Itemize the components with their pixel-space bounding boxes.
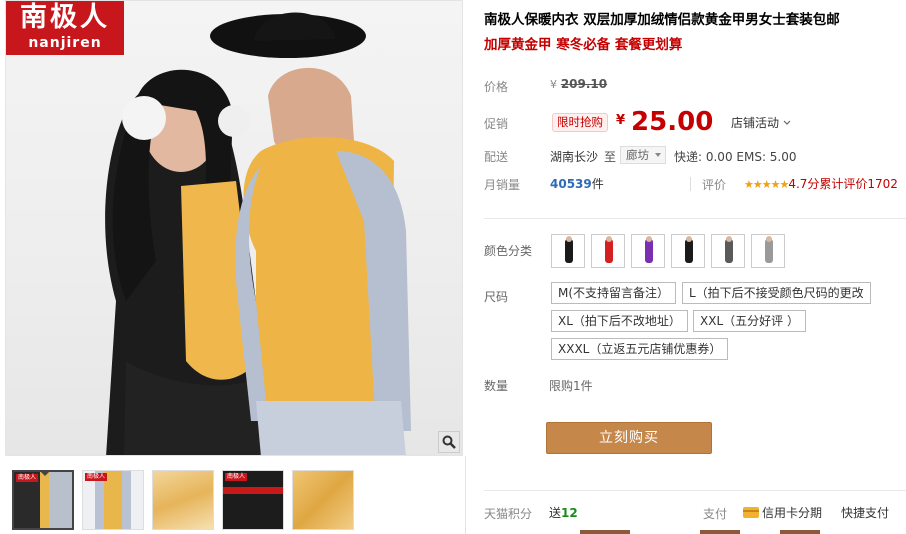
- cut-off-badge: [780, 530, 820, 534]
- promo-price: ¥25.00: [616, 104, 713, 139]
- brand-logo: 南极人 nanjiren: [6, 1, 124, 55]
- sales-label: 月销量: [484, 178, 521, 192]
- credit-installment[interactable]: 信用卡分期: [743, 504, 822, 521]
- size-option-xl[interactable]: XL（拍下后不改地址）: [551, 310, 688, 332]
- purchase-limit: 限购1件: [549, 379, 593, 393]
- size-option-xxxl[interactable]: XXXL（立返五元店铺优惠券）: [551, 338, 729, 360]
- size-option-l[interactable]: L（拍下后不接受颜色尺码的更改: [682, 282, 871, 304]
- credit-installment-label: 信用卡分期: [762, 506, 823, 520]
- thumbnail-5[interactable]: [292, 470, 354, 530]
- quick-pay[interactable]: 快捷支付: [841, 504, 889, 521]
- figure-icon: [605, 236, 613, 263]
- delivery-from: 湖南长沙: [550, 150, 599, 164]
- sales-unit: 件: [591, 177, 604, 191]
- color-swatch-5[interactable]: [711, 234, 745, 268]
- color-swatches: [551, 234, 785, 268]
- thumbnail-1[interactable]: 南极人: [12, 470, 74, 530]
- product-subtitle: 加厚黄金甲 寒冬必备 套餐更划算: [484, 37, 683, 53]
- original-price-value: 209.10: [560, 77, 608, 91]
- figure-icon: [565, 236, 573, 263]
- dropdown-arrow-icon: [655, 153, 661, 157]
- credit-card-icon: [743, 507, 759, 518]
- quantity-label: 数量: [484, 379, 509, 393]
- info-divider: [484, 218, 906, 219]
- product-photo: [105, 12, 411, 455]
- review-label: 评价: [702, 178, 727, 192]
- review-count: 累计评价1702: [819, 177, 898, 191]
- original-price-currency: ¥: [550, 78, 557, 91]
- buy-now-button[interactable]: 立刻购买: [546, 422, 712, 454]
- cut-off-badge: [580, 530, 630, 534]
- thumbnail-logo: 南极人: [85, 473, 108, 481]
- points-value: 送12: [549, 504, 578, 521]
- flash-sale-badge: 限时抢购: [552, 113, 608, 132]
- rating-summary[interactable]: ★★★★★4.7分累计评价1702: [744, 175, 898, 192]
- size-option-m[interactable]: M(不支持留言备注）: [551, 282, 677, 304]
- points-send: 送: [549, 506, 562, 520]
- thumbnail-3[interactable]: [152, 470, 214, 530]
- price-label: 价格: [484, 80, 509, 94]
- payment-label: 支付: [703, 507, 728, 521]
- shop-activity-dropdown[interactable]: 店铺活动: [731, 114, 791, 131]
- chevron-down-icon: [783, 120, 791, 125]
- delivery-label: 配送: [484, 150, 509, 164]
- size-option-xxl[interactable]: XXL（五分好评 ）: [693, 310, 806, 332]
- rating-score: 4.7分: [788, 177, 820, 191]
- sales-separator: [690, 177, 691, 191]
- original-price: ¥ 209.10: [550, 77, 607, 91]
- destination-value: 廊坊: [626, 148, 649, 162]
- cut-off-badge: [700, 530, 740, 534]
- brand-name-cn: 南极人: [20, 2, 110, 33]
- promo-price-currency: ¥: [616, 113, 626, 128]
- main-product-image[interactable]: 南极人 nanjiren: [5, 0, 463, 456]
- sales-count: 40539: [550, 177, 592, 191]
- color-label: 颜色分类: [484, 244, 533, 258]
- magnifier-icon: [442, 435, 456, 449]
- thumbnail-4[interactable]: 南极人: [222, 470, 284, 530]
- figure-icon: [725, 236, 733, 263]
- gallery-divider: [465, 456, 466, 534]
- promo-price-value: 25.00: [631, 107, 714, 137]
- product-title: 南极人保暖内衣 双层加厚加绒情侣款黄金甲男女士套装包邮: [484, 12, 840, 28]
- points-label: 天猫积分: [484, 507, 533, 521]
- thumbnail-logo: 南极人: [16, 474, 39, 482]
- figure-icon: [765, 236, 773, 263]
- thumbnail-logo: 南极人: [225, 473, 248, 481]
- size-label: 尺码: [484, 290, 509, 304]
- thumbnail-2[interactable]: 南极人: [82, 470, 144, 530]
- shop-activity-label: 店铺活动: [731, 116, 780, 130]
- points-amount: 12: [561, 506, 578, 520]
- zoom-button[interactable]: [438, 431, 460, 453]
- destination-select[interactable]: 廊坊: [620, 146, 666, 164]
- delivery-to-word: 至: [604, 150, 617, 164]
- figure-icon: [645, 236, 653, 263]
- rating-stars-icon: ★★★★★: [744, 178, 789, 191]
- monthly-sales: 40539件: [550, 175, 604, 192]
- color-swatch-1[interactable]: [551, 234, 585, 268]
- figure-icon: [685, 236, 693, 263]
- thumbnail-strip: 南极人 南极人 南极人: [12, 470, 354, 530]
- brand-name-en: nanjiren: [28, 35, 102, 51]
- color-swatch-6[interactable]: [751, 234, 785, 268]
- color-swatch-2[interactable]: [591, 234, 625, 268]
- shipping-fees: 快递: 0.00 EMS: 5.00: [674, 150, 797, 164]
- color-swatch-3[interactable]: [631, 234, 665, 268]
- promo-label: 促销: [484, 117, 509, 131]
- color-swatch-4[interactable]: [671, 234, 705, 268]
- footer-divider: [484, 490, 906, 491]
